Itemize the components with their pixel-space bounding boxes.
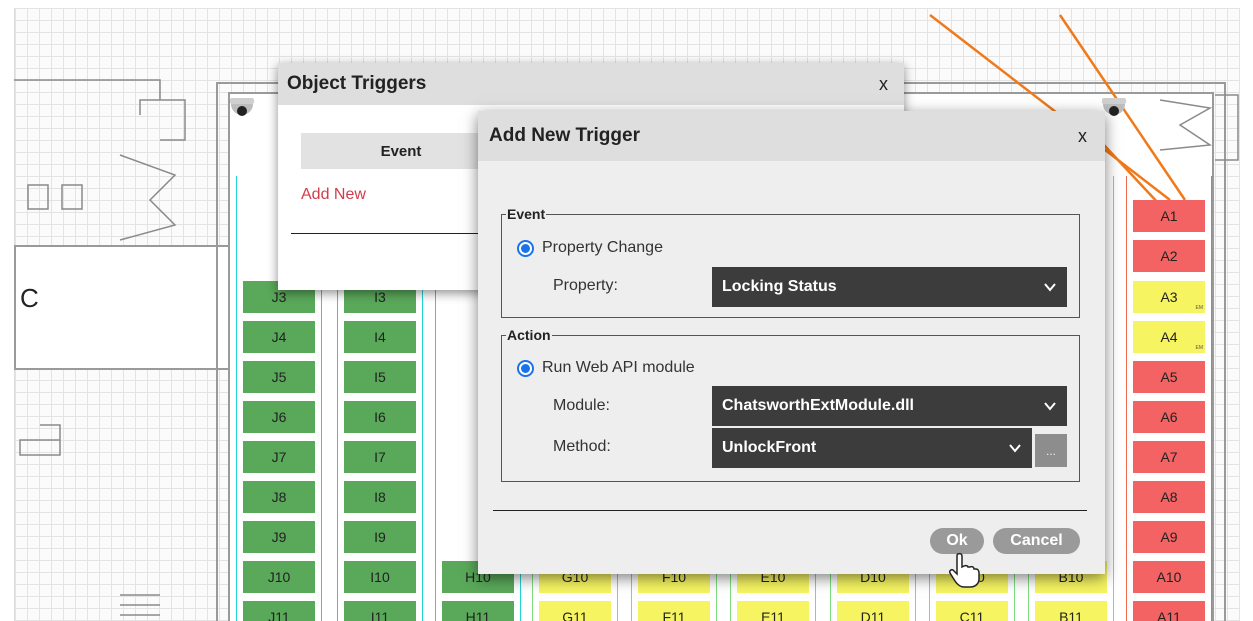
floor-plan-canvas: C J3 J4 J5 J6 J7 J8 J9 J10 J11 I3 I4 I5 I6 I7 I8 I9 I10 I… (0, 0, 1253, 621)
module-label: Module: (553, 397, 610, 414)
module-select[interactable]: ChatsworthExtModule.dll (712, 386, 1067, 426)
rack-slot[interactable]: A5 (1133, 361, 1205, 393)
method-label: Method: (553, 438, 611, 455)
divider (291, 233, 501, 234)
radio-selected-icon[interactable] (517, 359, 534, 377)
rack-slot[interactable]: J4 (243, 321, 315, 353)
property-value: Locking Status (722, 278, 837, 295)
rack-slot[interactable]: I5 (344, 361, 416, 393)
rack-slot[interactable]: J9 (243, 521, 315, 553)
rack-slot[interactable]: H11 (442, 601, 514, 621)
rack-slot[interactable]: I11 (344, 601, 416, 621)
rack-slot[interactable]: A9 (1133, 521, 1205, 553)
rack-slot[interactable]: A10 (1133, 561, 1205, 593)
rack-slot[interactable]: A7 (1133, 441, 1205, 473)
rack-slot[interactable]: I6 (344, 401, 416, 433)
rack-slot[interactable]: I4 (344, 321, 416, 353)
rack-slot[interactable]: E11 (737, 601, 809, 621)
property-label: Property: (553, 277, 618, 294)
rack-slot[interactable]: J5 (243, 361, 315, 393)
rack-slot[interactable]: B11 (1035, 601, 1107, 621)
method-select[interactable]: UnlockFront (712, 428, 1032, 468)
radio-selected-icon[interactable] (517, 239, 534, 257)
rack-slot[interactable]: F11 (638, 601, 710, 621)
property-change-option[interactable]: Property Change (517, 239, 663, 257)
cancel-button[interactable]: Cancel (993, 528, 1080, 554)
more-options-button[interactable]: ... (1035, 434, 1067, 467)
property-change-label: Property Change (542, 239, 663, 256)
dialog-title-bar[interactable]: Add New Trigger x (478, 111, 1105, 161)
action-group: Action Run Web API module Module: Chatsw… (501, 327, 1080, 482)
rack-slot[interactable]: A8 (1133, 481, 1205, 513)
security-camera-icon[interactable] (229, 97, 255, 125)
close-button[interactable]: x (879, 74, 888, 95)
chevron-down-icon (1044, 283, 1056, 292)
rack-slot[interactable]: A2 (1133, 240, 1205, 272)
run-web-api-option[interactable]: Run Web API module (517, 359, 695, 377)
rack-slot[interactable]: A6 (1133, 401, 1205, 433)
module-value: ChatsworthExtModule.dll (722, 397, 914, 414)
rack-slot[interactable]: I10 (344, 561, 416, 593)
rack-slot[interactable]: I9 (344, 521, 416, 553)
rack-slot[interactable]: A3 EM (1133, 281, 1205, 313)
rack-slot[interactable]: A4 EM (1133, 321, 1205, 353)
event-legend: Event (507, 206, 546, 222)
ok-button[interactable]: Ok (930, 528, 984, 554)
rack-slot[interactable]: A11 (1133, 601, 1205, 621)
chevron-down-icon (1044, 402, 1056, 411)
event-group: Event Property Change Property: Locking … (501, 206, 1080, 318)
dialog-title: Add New Trigger (489, 125, 640, 146)
rack-slot[interactable]: D11 (837, 601, 909, 621)
rack-slot[interactable]: J7 (243, 441, 315, 473)
close-button[interactable]: x (1078, 126, 1087, 147)
chevron-down-icon (1009, 444, 1021, 453)
run-web-api-label: Run Web API module (542, 359, 695, 376)
rack-slot[interactable]: C11 (936, 601, 1008, 621)
rack-slot[interactable]: I7 (344, 441, 416, 473)
rack-slot-tag: EM (1195, 305, 1204, 311)
add-new-link[interactable]: Add New (301, 186, 366, 204)
rack-slot[interactable]: I8 (344, 481, 416, 513)
add-new-trigger-dialog: Add New Trigger x Event Property Change … (478, 111, 1105, 574)
dialog-title-bar[interactable]: Object Triggers x (278, 63, 904, 105)
action-legend: Action (507, 327, 551, 343)
divider (493, 510, 1087, 511)
rack-slot[interactable]: J8 (243, 481, 315, 513)
property-select[interactable]: Locking Status (712, 267, 1067, 307)
dialog-title: Object Triggers (287, 73, 427, 94)
hand-pointer-icon (949, 552, 980, 588)
rack-slot-tag: EM (1195, 345, 1204, 351)
rack-slot[interactable]: G11 (539, 601, 611, 621)
rack-slot[interactable]: J11 (243, 601, 315, 621)
method-value: UnlockFront (722, 439, 817, 456)
table-header-event: Event (301, 133, 501, 169)
rack-slot[interactable]: J10 (243, 561, 315, 593)
rack-slot[interactable]: J6 (243, 401, 315, 433)
rack-slot[interactable]: A1 (1133, 200, 1205, 232)
